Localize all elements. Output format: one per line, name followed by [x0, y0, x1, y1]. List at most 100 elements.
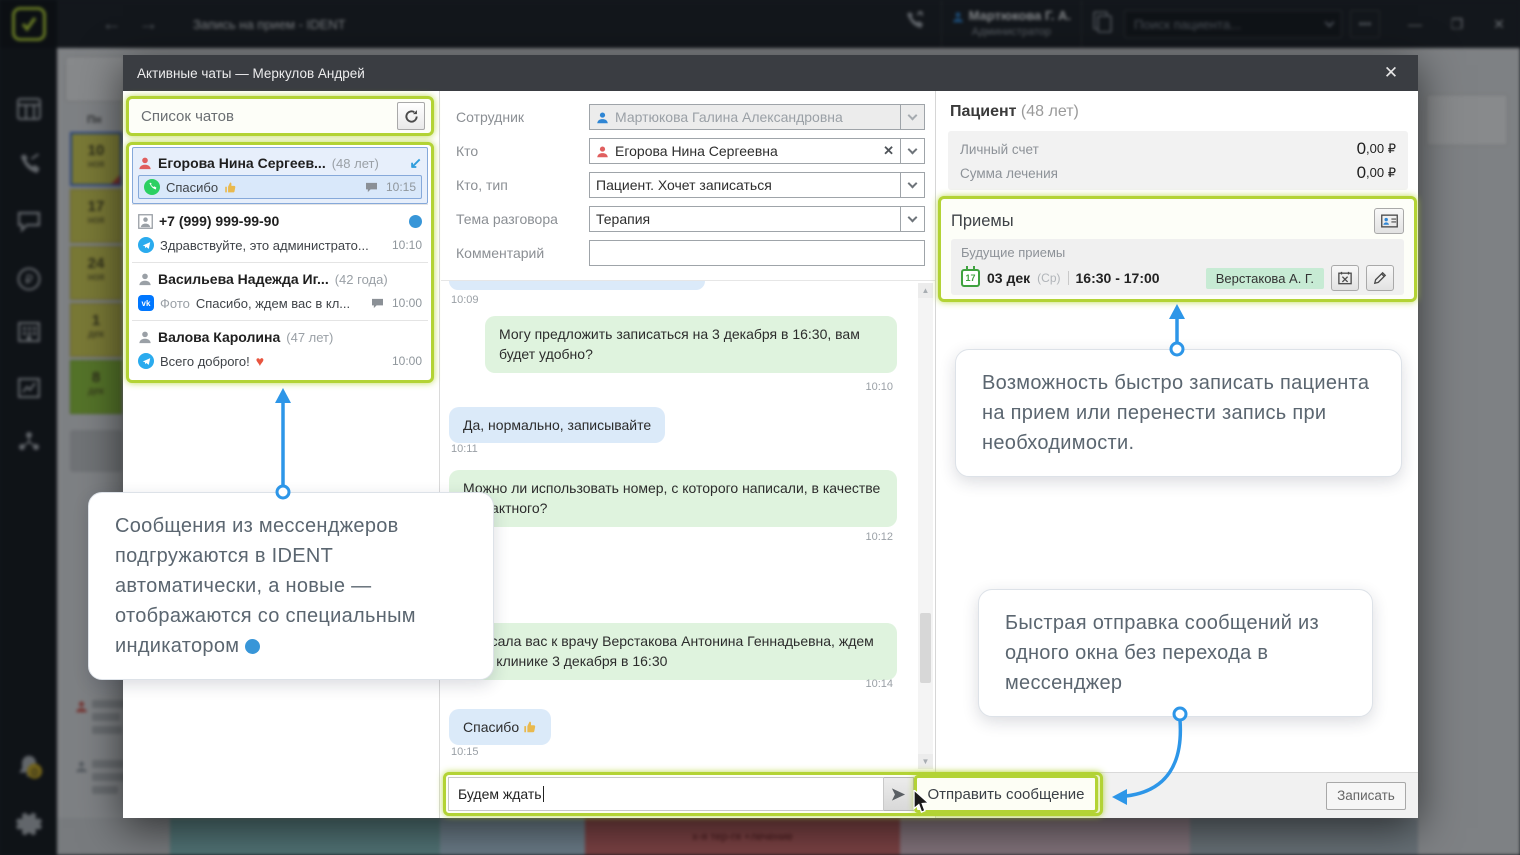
message-history: 10:09 Могу предложить записаться на 3 де… — [441, 280, 935, 770]
callout-quick-booking: Возможность быстро записать пациента на … — [955, 349, 1402, 477]
message-time: 10:15 — [451, 746, 479, 758]
message-composer: Будем ждать Отправить сообщение — [443, 772, 1103, 816]
person-icon — [138, 330, 152, 344]
dialog-title: Активные чаты — Меркулов Андрей — [137, 66, 365, 81]
chat-item[interactable]: Валова Каролина (47 лет) Всего доброго! … — [132, 320, 428, 378]
chat-scrollbar[interactable]: ▲ ▼ — [918, 283, 933, 769]
message-bubble-incoming — [449, 280, 705, 290]
callout-quick-send: Быстрая отправка сообщений из одного окн… — [978, 589, 1373, 717]
cancel-appointment-button[interactable] — [1331, 265, 1359, 291]
chat-last-message: vk Фото Спасибо, ждем вас в кл... 10:00 — [138, 291, 422, 315]
whatsapp-icon — [144, 179, 160, 195]
appointment-weekday: (Ср) — [1037, 271, 1060, 285]
message-time: 10:09 — [451, 294, 479, 306]
future-appointments-label: Будущие приемы — [961, 245, 1394, 260]
new-message-dot — [409, 215, 422, 228]
text-caret — [543, 786, 544, 802]
chat-last-message: Здравствуйте, это администрато... 10:10 — [138, 233, 422, 257]
chat-item-selected[interactable]: Егорова Нина Сергеев... (48 лет) ↙ Спаси… — [132, 147, 428, 204]
who-type-field-row: Кто, тип Пациент. Хочет записаться — [456, 172, 925, 198]
topic-field-row: Тема разговора Терапия — [456, 206, 925, 232]
employee-select: Мартюкова Галина Александровна — [589, 104, 901, 130]
refresh-button[interactable] — [397, 102, 425, 130]
save-appointment-button[interactable]: Записать — [1326, 782, 1406, 810]
telegram-icon — [138, 237, 154, 253]
edit-appointment-button[interactable] — [1366, 265, 1394, 291]
clear-field-icon[interactable]: ✕ — [883, 143, 894, 159]
appointment-date: 03 дек — [987, 270, 1030, 286]
message-indicator-icon — [365, 182, 378, 193]
patient-balance-box: Личный счет 0,00 ₽ Сумма лечения 0,00 ₽ — [948, 131, 1408, 190]
dialog-header: Активные чаты — Меркулов Андрей ✕ — [123, 55, 1418, 91]
conversation-form: Сотрудник Мартюкова Галина Александровна… — [441, 91, 935, 266]
message-bubble-outgoing: Могу предложить записаться на 3 декабря … — [485, 316, 897, 373]
balance-row: Сумма лечения 0,00 ₽ — [960, 161, 1396, 185]
contact-placeholder-icon — [138, 214, 153, 229]
attachment-label: Фото — [160, 296, 190, 311]
comment-field-row: Комментарий — [456, 240, 925, 266]
calendar-cancel-icon — [1338, 271, 1352, 285]
balance-row: Личный счет 0,00 ₽ — [960, 137, 1396, 161]
scrollbar-thumb[interactable] — [920, 613, 931, 683]
chat-list: Егорова Нина Сергеев... (48 лет) ↙ Спаси… — [126, 142, 434, 383]
employee-icon — [596, 111, 609, 124]
chat-list-header: Список чатов — [126, 96, 434, 136]
who-field-row: Кто Егорова Нина Сергеевна ✕ — [456, 138, 925, 164]
incoming-arrow-icon: ↙ — [409, 154, 422, 172]
contact-card-icon — [1381, 214, 1398, 228]
message-indicator-icon — [371, 298, 384, 309]
doctor-badge: Верстакова А. Г. — [1206, 268, 1324, 289]
chat-last-message: Всего доброго! ♥ 10:00 — [138, 349, 422, 373]
mouse-cursor — [912, 790, 932, 814]
future-appointments-box: Будущие приемы 17 03 дек (Ср) 16:30 - 17… — [951, 239, 1404, 295]
scroll-up-icon: ▲ — [918, 283, 933, 298]
thumbs-up-icon — [523, 720, 537, 734]
patient-icon — [138, 156, 152, 170]
patient-icon — [596, 145, 609, 158]
who-select[interactable]: Егорова Нина Сергеевна ✕ — [589, 138, 901, 164]
who-dropdown-icon[interactable] — [901, 138, 925, 164]
send-message-button[interactable]: Отправить сообщение — [914, 775, 1098, 813]
message-bubble-incoming: Спасибо — [449, 709, 551, 745]
thumbs-up-icon — [224, 181, 237, 194]
send-icon — [891, 787, 906, 802]
topic-dropdown-icon[interactable] — [901, 206, 925, 232]
chat-list-title: Список чатов — [141, 108, 397, 125]
telegram-icon — [138, 353, 154, 369]
indicator-dot-icon — [245, 639, 260, 654]
who-type-select[interactable]: Пациент. Хочет записаться — [589, 172, 901, 198]
message-input[interactable]: Будем ждать — [448, 777, 884, 811]
calendar-icon: 17 — [961, 269, 980, 287]
chat-list-panel: Список чатов Егорова Нина Сергеев... (48… — [123, 91, 440, 818]
patient-card-button[interactable] — [1374, 208, 1404, 234]
topic-select[interactable]: Терапия — [589, 206, 901, 232]
pencil-icon — [1373, 271, 1387, 285]
message-time: 10:12 — [865, 531, 893, 543]
who-type-dropdown-icon[interactable] — [901, 172, 925, 198]
comment-input[interactable] — [589, 240, 925, 266]
message-bubble-incoming: Да, нормально, записывайте — [449, 407, 665, 443]
message-time: 10:14 — [865, 678, 893, 690]
chat-item[interactable]: +7 (999) 999-99-90 Здравствуйте, это адм… — [132, 204, 428, 262]
vk-icon: vk — [138, 295, 154, 311]
send-button[interactable] — [884, 777, 914, 811]
appointments-section: Приемы Будущие приемы 17 03 дек (Ср) 16:… — [938, 196, 1417, 302]
person-icon — [138, 272, 152, 286]
message-time: 10:10 — [865, 381, 893, 393]
message-time: 10:11 — [451, 443, 478, 455]
app-window: ← → Запись на прием - IDENT Мартюкова Г.… — [0, 0, 1520, 855]
message-bubble-outgoing: Можно ли использовать номер, с которого … — [449, 470, 897, 527]
employee-dropdown-icon — [901, 104, 925, 130]
chat-item[interactable]: Васильева Надежда Иг... (42 года) vk Фот… — [132, 262, 428, 320]
callout-messenger-sync: Сообщения из мессенджеров подгружаются в… — [88, 492, 494, 680]
appointment-time: 16:30 - 17:00 — [1076, 270, 1160, 286]
dialog-close-button[interactable]: ✕ — [1378, 63, 1404, 83]
chat-last-message: Спасибо 10:15 — [138, 175, 422, 199]
heart-icon: ♥ — [256, 353, 264, 369]
patient-header: Пациент (48 лет) — [950, 103, 1079, 121]
employee-field-row: Сотрудник Мартюкова Галина Александровна — [456, 104, 925, 130]
scroll-down-icon: ▼ — [918, 754, 933, 769]
appointments-title: Приемы — [951, 212, 1374, 231]
conversation-panel: Сотрудник Мартюкова Галина Александровна… — [441, 91, 935, 818]
message-bubble-outgoing: Записала вас к врачу Верстакова Антонина… — [445, 623, 897, 680]
